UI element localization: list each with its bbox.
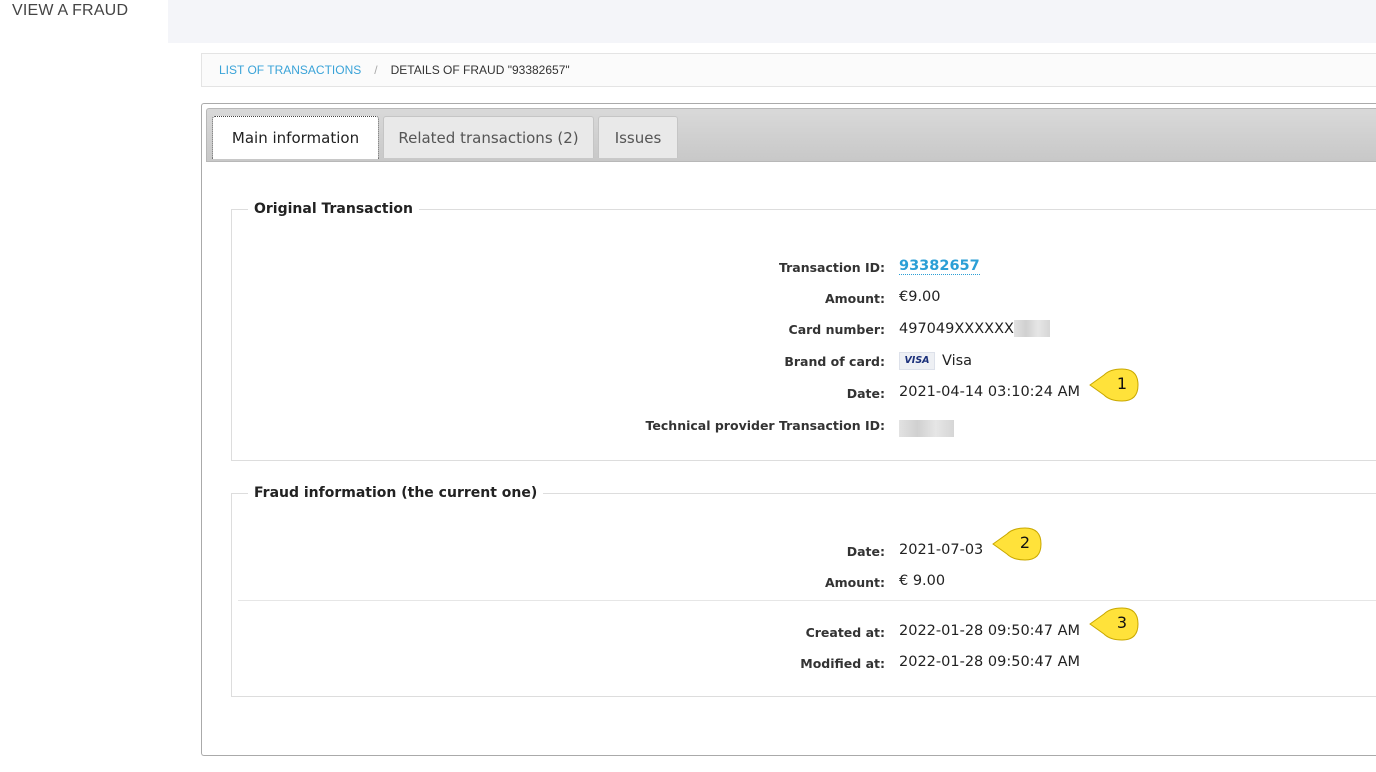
amount-value: €9.00 — [899, 289, 941, 305]
fraud-information-legend: Fraud information (the current one) — [254, 485, 538, 501]
original-transaction-section: Original Transaction Transaction ID: 933… — [231, 201, 1376, 461]
amount-row: Amount: €9.00 — [232, 289, 1376, 313]
tab-main-information[interactable]: Main information — [212, 116, 379, 159]
provider-id-redacted — [899, 420, 954, 437]
card-number-label: Card number: — [788, 322, 885, 337]
date-row: Date: 2021-04-14 03:10:24 AM — [232, 384, 1376, 408]
brand-row: Brand of card: VISA Visa — [232, 352, 1376, 376]
fraud-amount-row: Amount: € 9.00 — [232, 573, 1376, 597]
created-at-label: Created at: — [805, 625, 885, 640]
callout-2-number: 2 — [1019, 533, 1031, 552]
breadcrumb-link-transactions[interactable]: LIST OF TRANSACTIONS — [219, 63, 361, 77]
brand-label: Brand of card: — [784, 354, 885, 369]
breadcrumb-current: DETAILS OF FRAUD "93382657" — [390, 63, 570, 77]
fraud-date-value: 2021-07-03 — [899, 542, 984, 558]
fraud-date-label: Date: — [846, 544, 885, 559]
fraud-amount-label: Amount: — [824, 575, 885, 590]
tab-bar: Main information Related transactions (2… — [206, 108, 1376, 162]
callout-2: 2 — [991, 526, 1045, 562]
callout-1: 1 — [1088, 367, 1142, 403]
page-title: VIEW A FRAUD — [12, 2, 129, 19]
card-number-text: 497049XXXXXX — [899, 320, 1014, 337]
top-header-strip — [168, 0, 1376, 43]
created-at-row: Created at: 2022-01-28 09:50:47 AM — [232, 623, 1376, 647]
original-transaction-legend: Original Transaction — [254, 201, 413, 217]
section-divider — [238, 600, 1376, 601]
transaction-id-label: Transaction ID: — [778, 260, 885, 275]
visa-logo-icon: VISA — [899, 352, 935, 370]
modified-at-value: 2022-01-28 09:50:47 AM — [899, 654, 1081, 670]
callout-1-number: 1 — [1116, 374, 1128, 393]
provider-id-label: Technical provider Transaction ID: — [645, 418, 885, 433]
date-label: Date: — [846, 386, 885, 401]
fraud-date-row: Date: 2021-07-03 — [232, 542, 1376, 566]
breadcrumb: LIST OF TRANSACTIONS / DETAILS OF FRAUD … — [201, 53, 1376, 87]
fraud-amount-value: € 9.00 — [899, 573, 946, 589]
amount-label: Amount: — [824, 291, 885, 306]
date-value: 2021-04-14 03:10:24 AM — [899, 384, 1081, 400]
created-at-value: 2022-01-28 09:50:47 AM — [899, 623, 1081, 639]
tab-issues[interactable]: Issues — [598, 116, 678, 158]
fraud-details-panel: Main information Related transactions (2… — [201, 103, 1376, 756]
card-number-row: Card number: 497049XXXXXX — [232, 320, 1376, 344]
brand-text: Visa — [942, 353, 973, 369]
brand-value: VISA Visa — [899, 352, 972, 370]
breadcrumb-separator: / — [374, 63, 378, 77]
transaction-id-link[interactable]: 93382657 — [899, 258, 980, 275]
callout-3-number: 3 — [1116, 613, 1128, 632]
provider-id-value — [899, 416, 954, 437]
transaction-id-row: Transaction ID: 93382657 — [232, 258, 1376, 282]
page: VIEW A FRAUD LIST OF TRANSACTIONS / DETA… — [0, 0, 1376, 772]
card-number-value: 497049XXXXXX — [899, 320, 1050, 337]
card-number-redacted — [1013, 320, 1050, 337]
modified-at-label: Modified at: — [800, 656, 885, 671]
provider-id-row: Technical provider Transaction ID: — [232, 416, 1376, 440]
callout-3: 3 — [1088, 606, 1142, 642]
fraud-information-section: Fraud information (the current one) Date… — [231, 485, 1376, 697]
modified-at-row: Modified at: 2022-01-28 09:50:47 AM — [232, 654, 1376, 678]
tab-related-transactions[interactable]: Related transactions (2) — [383, 116, 594, 158]
